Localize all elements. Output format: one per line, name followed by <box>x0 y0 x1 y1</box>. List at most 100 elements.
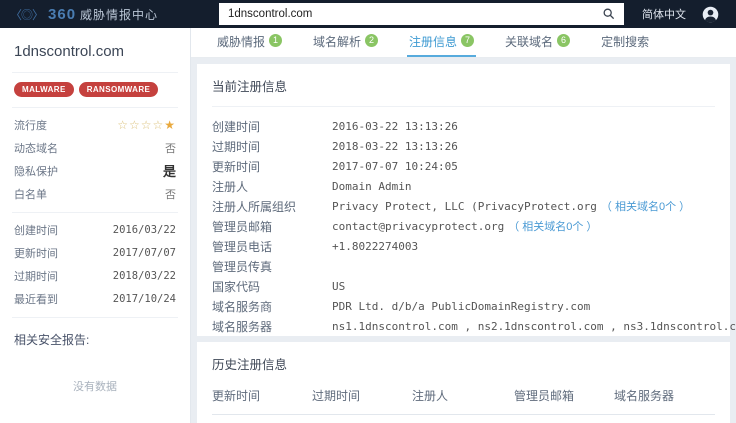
info-value: 2018-03-22 13:13:26 <box>332 139 458 153</box>
info-label: 域名服务器 <box>212 319 273 334</box>
tab-badge: 7 <box>461 34 475 47</box>
attribute-value: 是 <box>162 164 176 179</box>
tab-badge: 1 <box>269 34 283 47</box>
info-value: Domain Admin <box>332 179 412 193</box>
date-label: 过期时间 <box>14 270 58 283</box>
admin-email-link[interactable]: contact@privacyprotect.org <box>332 220 504 233</box>
popularity-label: 流行度 <box>14 119 47 132</box>
info-row-admin-phone: 管理员电话 +1.8022274003 <box>212 236 715 256</box>
info-label: 过期时间 <box>212 139 261 154</box>
column-header-admin-email: 管理员邮箱 <box>514 389 575 403</box>
star-filled: ★ <box>164 117 176 132</box>
language-switcher[interactable]: 简体中文 <box>642 6 686 22</box>
info-label: 更新时间 <box>212 159 261 174</box>
info-row-expires: 过期时间 2018-03-22 13:13:26 <box>212 136 715 156</box>
info-label: 国家代码 <box>212 279 261 294</box>
date-row-created: 创建时间 2016/03/22 <box>14 218 176 241</box>
history-table-header: 更新时间 过期时间 注册人 管理员邮箱 域名服务器 <box>212 377 715 415</box>
info-label: 域名服务商 <box>212 299 273 314</box>
brand-logo: 〈◎〉 360 威胁情报中心 <box>0 6 219 23</box>
info-row-admin-email: 管理员邮箱 contact@privacyprotect.org （ 相关域名0… <box>212 216 715 236</box>
section-title: 当前注册信息 <box>212 76 715 107</box>
info-label: 注册人所属组织 <box>212 199 297 214</box>
info-value: US <box>332 279 346 293</box>
tag-ransomware: RANSOMWARE <box>78 82 159 97</box>
logo-eye-icon: 〈◎〉 <box>10 7 44 22</box>
star-rating: ☆☆☆☆★ <box>117 118 176 132</box>
stars-empty: ☆☆☆☆ <box>117 117 165 132</box>
tab-badge: 6 <box>557 34 571 47</box>
tab-label: 注册信息 <box>409 35 458 49</box>
tab-label: 定制搜索 <box>601 35 650 49</box>
tab-label: 域名解析 <box>313 35 362 49</box>
attribute-row-dynamic-domain: 动态域名 否 <box>14 136 176 159</box>
date-value: 2017/10/24 <box>112 292 176 305</box>
info-row-nameservers: 域名服务器 ns1.1dnscontrol.com , ns2.1dnscont… <box>212 316 736 336</box>
domain-title: 1dnscontrol.com <box>14 43 125 60</box>
brand-360: 360 <box>48 5 77 23</box>
tab-bar: 威胁情报 1 域名解析 2 注册信息 7 关联域名 6 定制搜索 <box>191 28 736 58</box>
brand-title: 威胁情报中心 <box>80 7 159 22</box>
date-value: 2018/03/22 <box>112 269 176 282</box>
attribute-label: 白名单 <box>14 188 47 201</box>
tab-dns-resolution[interactable]: 域名解析 2 <box>311 28 380 57</box>
info-row-registrant: 注册人 Domain Admin <box>212 176 715 196</box>
date-label: 最近看到 <box>14 293 58 306</box>
column-header-expire-time: 过期时间 <box>312 389 361 403</box>
info-value: +1.8022274003 <box>332 239 419 253</box>
attribute-value: 否 <box>165 188 176 201</box>
info-label: 管理员电话 <box>212 239 273 254</box>
info-value: 2017-07-07 10:24:05 <box>332 159 458 173</box>
info-label: 创建时间 <box>212 119 261 134</box>
related-domains-link[interactable]: （ 相关域名0个 ） <box>508 218 597 234</box>
tab-label: 威胁情报 <box>217 35 266 49</box>
info-row-registrar: 域名服务商 PDR Ltd. d/b/a PublicDomainRegistr… <box>212 296 715 316</box>
date-label: 创建时间 <box>14 224 58 237</box>
registrant-org-link[interactable]: Privacy Protect, LLC (PrivacyProtect.org <box>332 200 597 213</box>
column-header-nameservers: 域名服务器 <box>614 389 675 403</box>
date-value: 2017/07/07 <box>112 246 176 259</box>
date-row-updated: 更新时间 2017/07/07 <box>14 241 176 264</box>
history-registration-card: 历史注册信息 更新时间 过期时间 注册人 管理员邮箱 域名服务器 2017/07… <box>197 342 730 423</box>
date-row-last-seen: 最近看到 2017/10/24 <box>14 287 176 310</box>
tab-badge: 2 <box>365 34 379 47</box>
related-domains-link[interactable]: （ 相关域名0个 ） <box>601 198 690 214</box>
tab-registration-info[interactable]: 注册信息 7 <box>407 28 477 57</box>
main-content: 威胁情报 1 域名解析 2 注册信息 7 关联域名 6 定制搜索 当前注册信息 <box>191 28 736 423</box>
info-row-country-code: 国家代码 US <box>212 276 715 296</box>
date-row-expires: 过期时间 2018/03/22 <box>14 264 176 287</box>
tab-threat-intel[interactable]: 威胁情报 1 <box>215 28 284 57</box>
domain-summary-sidebar: 1dnscontrol.com MALWARE RANSOMWARE 流行度 ☆… <box>0 28 191 423</box>
search-icon[interactable] <box>602 7 615 20</box>
info-row-registrant-org: 注册人所属组织 Privacy Protect, LLC (PrivacyPro… <box>212 196 715 216</box>
nameservers-links[interactable]: ns1.1dnscontrol.com , ns2.1dnscontrol.co… <box>332 320 736 333</box>
info-value: PDR Ltd. d/b/a PublicDomainRegistry.com <box>332 299 591 313</box>
current-registration-card: 当前注册信息 创建时间 2016-03-22 13:13:26 过期时间 201… <box>197 64 736 336</box>
table-row: 2017/07/07 2018/03/22 Domain Admin conta… <box>212 415 715 423</box>
app-header: 〈◎〉 360 威胁情报中心 简体中文 <box>0 0 736 28</box>
column-header-update-time: 更新时间 <box>212 389 261 403</box>
attribute-label: 动态域名 <box>14 142 58 155</box>
user-avatar-icon[interactable] <box>702 6 719 23</box>
attribute-row-whitelist: 白名单 否 <box>14 182 176 205</box>
info-label: 注册人 <box>212 179 249 194</box>
section-title: 历史注册信息 <box>212 358 288 372</box>
popularity-row: 流行度 ☆☆☆☆★ <box>14 113 176 136</box>
related-reports-heading: 相关安全报告: <box>14 333 90 347</box>
date-label: 更新时间 <box>14 247 58 260</box>
no-data-text: 没有数据 <box>73 381 117 393</box>
attribute-value: 否 <box>165 142 176 155</box>
tag-malware: MALWARE <box>14 82 74 97</box>
info-value: 2016-03-22 13:13:26 <box>332 119 458 133</box>
tab-custom-search[interactable]: 定制搜索 <box>599 28 651 57</box>
column-header-registrant: 注册人 <box>412 389 449 403</box>
tab-label: 关联域名 <box>505 35 554 49</box>
info-row-updated: 更新时间 2017-07-07 10:24:05 <box>212 156 715 176</box>
info-row-created: 创建时间 2016-03-22 13:13:26 <box>212 116 715 136</box>
date-value: 2016/03/22 <box>112 223 176 236</box>
info-row-admin-fax: 管理员传真 <box>212 256 715 276</box>
info-label: 管理员传真 <box>212 259 273 274</box>
tab-related-domains[interactable]: 关联域名 6 <box>503 28 572 57</box>
threat-tags: MALWARE RANSOMWARE <box>14 73 176 107</box>
domain-search-input[interactable] <box>219 3 624 25</box>
